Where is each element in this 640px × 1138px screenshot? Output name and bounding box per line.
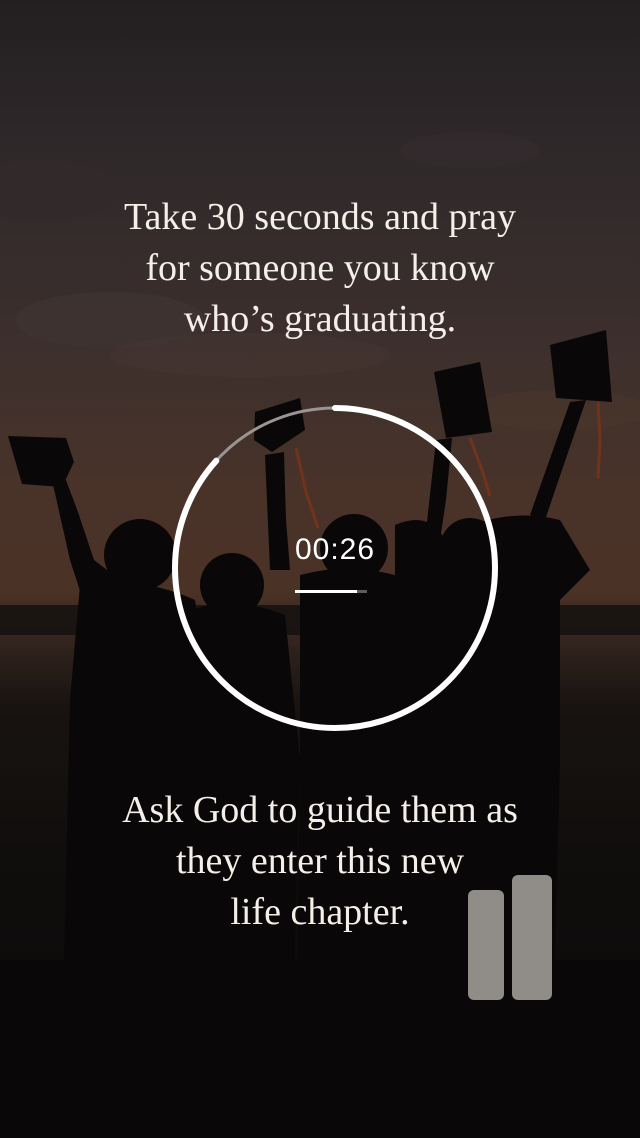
countdown-timer: 00:26 <box>167 400 503 736</box>
timer-progress-line <box>295 590 367 593</box>
timer-readout: 00:26 <box>294 533 376 566</box>
countdown-ring <box>172 405 498 731</box>
guidance-line: they enter this new <box>175 840 465 882</box>
prayer-timer-screen: Take 30 seconds and pray for someone you… <box>0 0 640 1138</box>
timer-progress-fill <box>295 590 358 593</box>
prompt-line: Take 30 seconds and pray <box>124 196 516 238</box>
prompt-line: for someone you know <box>145 247 495 289</box>
guidance-line: Ask God to guide them as <box>122 789 518 831</box>
prayer-guidance: Ask God to guide them as they enter this… <box>60 785 580 938</box>
prayer-prompt: Take 30 seconds and pray for someone you… <box>60 192 580 345</box>
guidance-line: life chapter. <box>230 891 410 933</box>
ring-progress <box>172 405 498 731</box>
prompt-line: who’s graduating. <box>183 298 457 340</box>
